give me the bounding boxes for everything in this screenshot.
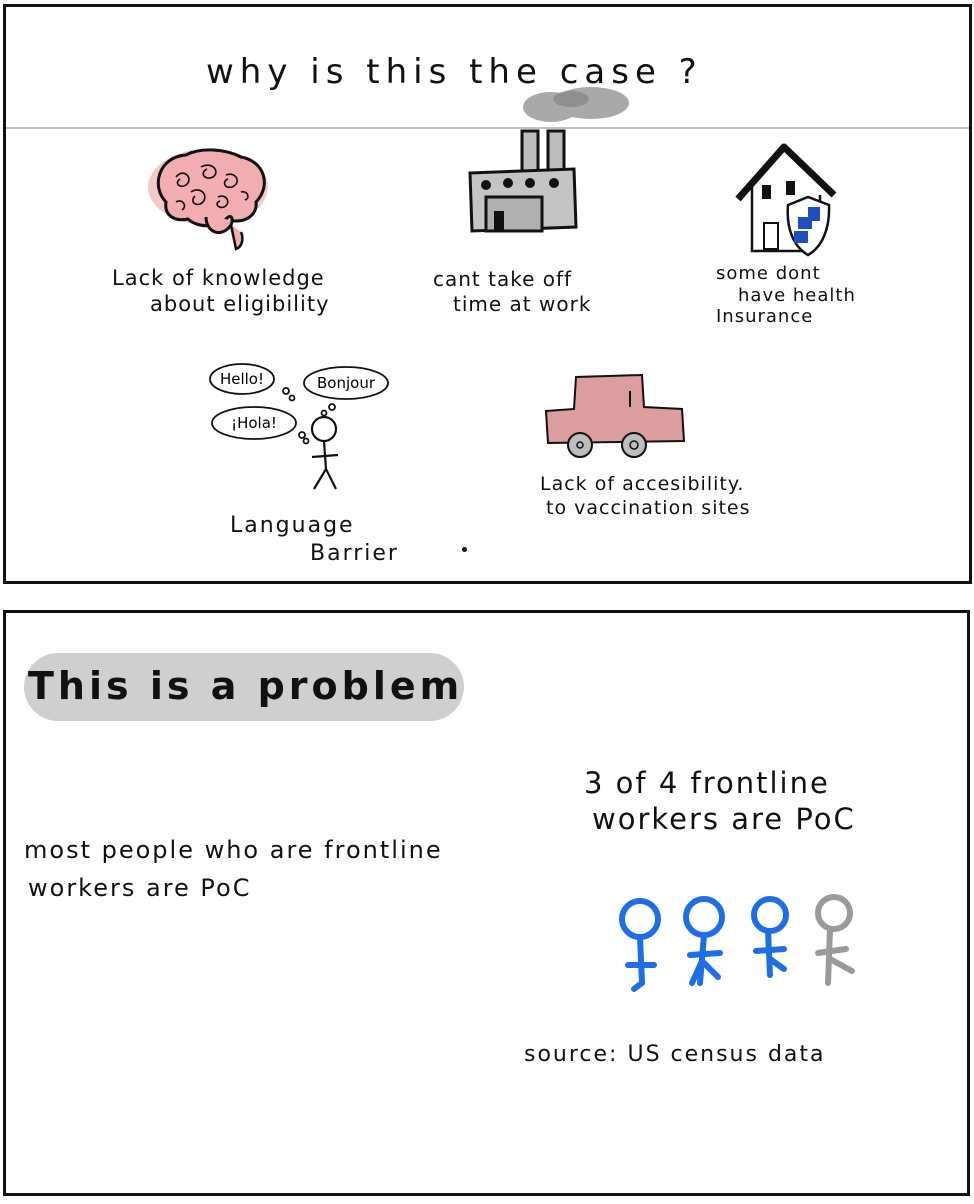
bubble-bonjour: Bonjour [317,374,376,392]
person-icon [751,896,789,978]
brain-icon [148,148,268,251]
bubble-hola: ¡Hola! [231,414,277,432]
reason-knowledge: Lack of knowledge about eligibility [112,266,330,317]
people-figures [619,894,855,992]
car-icon [544,373,686,458]
smoke-icon [523,87,629,122]
body-text: most people who are frontline workers ar… [24,836,443,903]
reason-insurance: some dont have health Insurance [716,263,856,328]
panel-why: why is this the case ? Lack of knowledge… [3,4,972,584]
panel-heading: This is a problem [28,664,464,708]
person-icon [619,898,661,992]
person-icon [683,896,725,986]
reason-access: Lack of accesibility. to vaccination sit… [540,473,751,519]
source-text: source: US census data [524,1042,826,1067]
factory-icon [468,129,578,233]
person-icon [815,894,855,986]
language-icon: Hello! Bonjour ¡Hola! [209,363,389,490]
stat-text: 3 of 4 frontline workers are PoC [584,766,856,837]
reason-work: cant take off time at work [433,267,592,316]
panel-problem: This is a problem most people who are fr… [3,610,970,1196]
stray-dot [462,547,467,552]
reason-language: Language Barrier [230,513,399,566]
bubble-hello: Hello! [220,370,264,388]
house-shield-icon [735,143,837,257]
